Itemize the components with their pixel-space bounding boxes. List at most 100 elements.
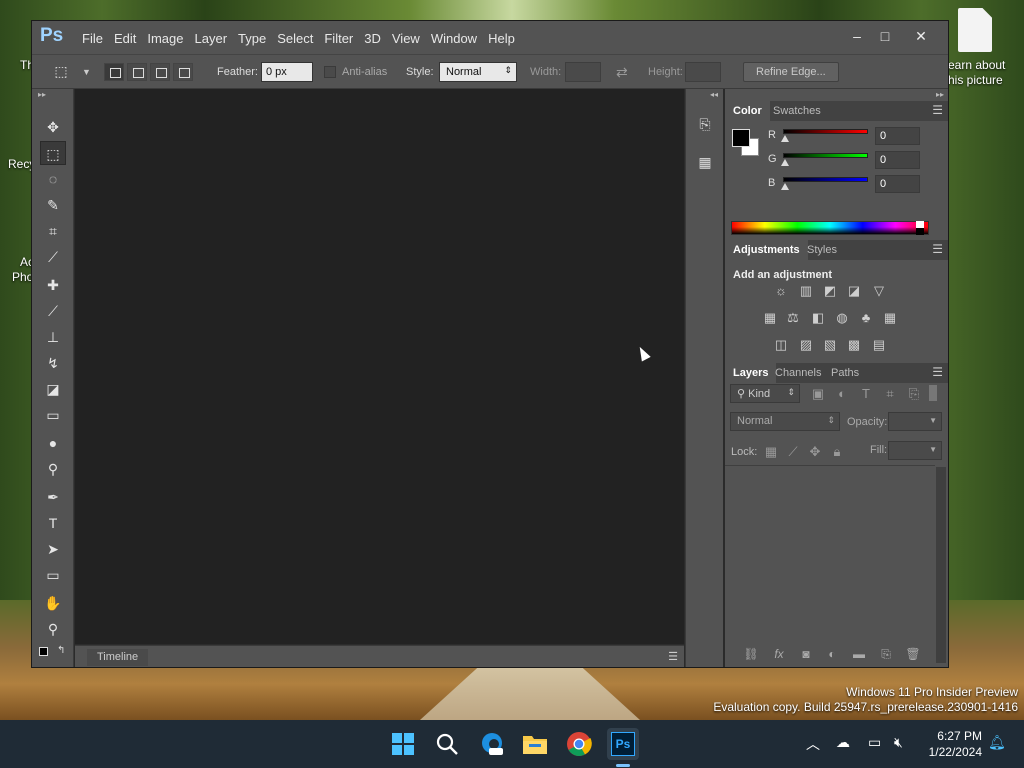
blue-value-input[interactable]: 0 [875,175,920,193]
color-spectrum-ramp[interactable] [731,221,929,235]
exposure-icon[interactable]: ◪ [845,283,863,299]
vibrance-icon[interactable]: ▽ [870,283,888,299]
feather-input[interactable]: 0 px [261,62,313,82]
antialias-checkbox[interactable] [324,66,336,78]
lock-transparent-icon[interactable]: ▦ [762,444,780,460]
curves-icon[interactable]: ◩ [821,283,839,299]
chrome-icon[interactable] [563,728,595,760]
menu-select[interactable]: Select [277,31,324,46]
start-icon[interactable] [387,728,419,760]
cloud-offline-icon[interactable]: ☁ [836,734,850,751]
system-clock[interactable]: 6:27 PM 1/22/2024 [924,728,982,760]
refine-edge-button[interactable]: Refine Edge... [743,62,839,82]
minimize-button[interactable]: – [844,25,870,47]
tab-styles[interactable]: Styles [799,240,845,260]
history-panel-icon[interactable]: ⎘ [690,111,720,137]
rectangle-tool-icon[interactable]: ▭ [40,563,66,587]
photoshop-icon[interactable]: Ps [607,728,639,760]
layers-scrollbar[interactable] [936,467,946,663]
network-icon[interactable]: ▭ [868,734,881,751]
delete-layer-icon[interactable]: 🗑︎ [904,647,922,663]
blue-slider-thumb[interactable] [781,183,789,190]
layer-filter-kind-select[interactable]: ⚲ Kind ⇕ [730,384,800,403]
healing-brush-tool-icon[interactable]: ✚ [40,273,66,297]
quick-selection-tool-icon[interactable]: ✎ [40,193,66,217]
selective-color-icon[interactable]: ▩ [845,337,863,353]
green-slider-track[interactable] [783,153,868,158]
tab-swatches[interactable]: Swatches [765,101,829,121]
dodge-tool-icon[interactable]: ⚲ [40,457,66,481]
menu-image[interactable]: Image [147,31,194,46]
filter-smart-object-icon[interactable]: ⎘ [905,386,923,402]
threshold-icon[interactable]: ▧ [821,337,839,353]
lasso-tool-icon[interactable]: ◌ [40,167,66,191]
chevron-up-icon[interactable]: ︿ [806,734,820,754]
menu-3d[interactable]: 3D [364,31,392,46]
file-explorer-icon[interactable] [519,728,551,760]
swap-colors-icon[interactable]: ↰ [57,645,65,656]
move-tool-icon[interactable]: ✥ [40,115,66,139]
menu-filter[interactable]: Filter [324,31,364,46]
levels-icon[interactable]: ▥ [797,283,815,299]
new-group-icon[interactable]: ▬ [850,647,868,663]
filter-toggle-switch[interactable] [929,385,937,401]
green-slider-thumb[interactable] [781,159,789,166]
maximize-button[interactable]: □ [872,25,898,47]
type-tool-icon[interactable]: T [40,511,66,535]
foreground-color-swatch[interactable] [39,647,48,656]
document-canvas-area[interactable] [75,89,684,644]
blur-tool-icon[interactable]: ● [40,431,66,455]
add-mask-icon[interactable]: ◙ [797,647,815,663]
menu-window[interactable]: Window [431,31,488,46]
edge-pre-icon[interactable] [476,728,508,760]
notification-bell-icon[interactable]: 🔔︎ [988,734,1006,751]
clone-stamp-tool-icon[interactable]: ⊥ [40,325,66,349]
chevron-down-icon[interactable]: ▼ [82,67,91,77]
tab-color[interactable]: Color [725,101,770,121]
fill-input[interactable]: ▼ [888,441,942,460]
timeline-tab[interactable]: Timeline [87,649,149,666]
color-balance-icon[interactable]: ⚖ [784,310,802,326]
zoom-tool-icon[interactable]: ⚲ [40,617,66,641]
pen-tool-icon[interactable]: ✒ [40,485,66,509]
new-adjustment-layer-icon[interactable]: ◐ [823,647,841,663]
menu-edit[interactable]: Edit [114,31,147,46]
height-input[interactable] [685,62,721,82]
panel-menu-icon[interactable]: ☰ [932,242,943,256]
swap-icon[interactable]: ⇄ [616,64,628,81]
lock-all-icon[interactable]: 🔒︎ [828,444,846,460]
red-slider-track[interactable] [783,129,868,134]
lock-position-icon[interactable]: ✥ [806,444,824,460]
history-brush-tool-icon[interactable]: ↯ [40,351,66,375]
gradient-map-icon[interactable]: ▤ [870,337,888,353]
black-white-swatch[interactable] [916,221,924,235]
width-input[interactable] [565,62,601,82]
blue-slider-track[interactable] [783,177,868,182]
intersect-selection-button[interactable] [173,63,193,81]
add-to-selection-button[interactable] [127,63,147,81]
eraser-tool-icon[interactable]: ◪ [40,377,66,401]
style-select[interactable]: Normal ⇕ [439,62,517,82]
menu-type[interactable]: Type [238,31,277,46]
channel-mixer-icon[interactable]: ♣ [857,310,875,326]
red-value-input[interactable]: 0 [875,127,920,145]
subtract-from-selection-button[interactable] [150,63,170,81]
photo-filter-icon[interactable]: ◍ [833,310,851,326]
expand-icon[interactable]: ▸▸ [38,90,46,99]
hand-tool-icon[interactable]: ✋ [40,591,66,615]
marquee-tool-icon[interactable]: ⬚ [40,141,66,165]
volume-muted-icon[interactable]: 🔇︎ [894,734,903,751]
new-selection-button[interactable] [104,63,124,81]
hue-saturation-icon[interactable]: ▦ [761,310,779,326]
color-lookup-icon[interactable]: ▦ [881,310,899,326]
tab-paths[interactable]: Paths [823,363,867,383]
gradient-tool-icon[interactable]: ▭ [40,403,66,427]
posterize-icon[interactable]: ▨ [797,337,815,353]
link-layers-icon[interactable]: ⛓ [742,647,760,663]
crop-tool-icon[interactable]: ⌗ [40,219,66,243]
panel-menu-icon[interactable]: ☰ [932,365,943,379]
tab-adjustments[interactable]: Adjustments [725,240,808,260]
menu-file[interactable]: File [82,31,114,46]
path-selection-tool-icon[interactable]: ➤ [40,537,66,561]
brush-tool-icon[interactable]: ⟋ [40,299,66,323]
